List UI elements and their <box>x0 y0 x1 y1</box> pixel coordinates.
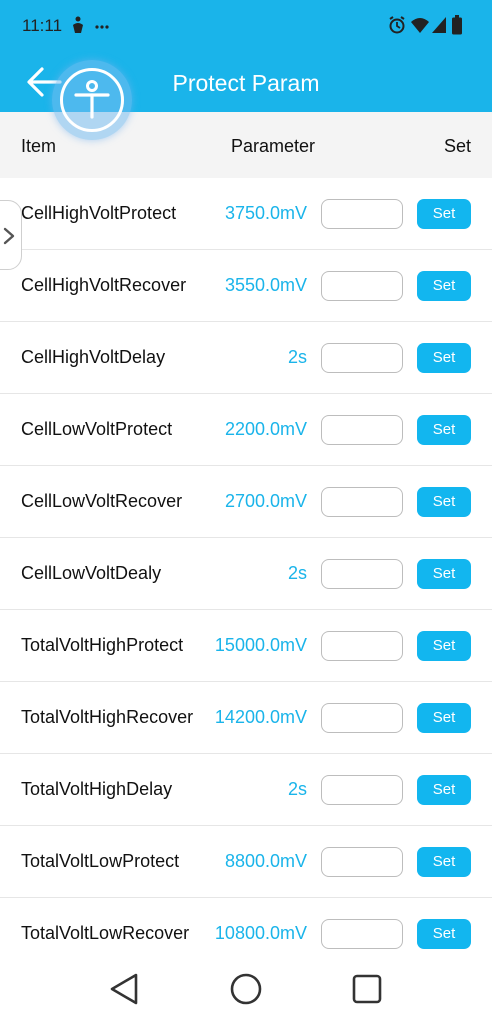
battery-icon <box>452 15 462 40</box>
set-button[interactable]: Set <box>417 703 471 733</box>
list-item: CellHighVoltProtect 3750.0mV Set <box>0 178 492 250</box>
param-input[interactable] <box>321 271 403 301</box>
param-name: TotalVoltHighDelay <box>21 779 173 799</box>
param-name: CellLowVoltProtect <box>21 419 173 439</box>
param-input[interactable] <box>321 559 403 589</box>
param-name: CellHighVoltRecover <box>21 275 187 295</box>
alarm-icon <box>388 15 406 40</box>
param-name: CellLowVoltDealy <box>21 563 162 583</box>
status-bar: 11:11 <box>0 0 492 52</box>
set-button[interactable]: Set <box>417 847 471 877</box>
set-button[interactable]: Set <box>417 343 471 373</box>
nav-home-icon[interactable] <box>229 972 263 1011</box>
param-value: 2s <box>287 347 307 367</box>
param-name: TotalVoltHighProtect <box>21 635 184 655</box>
header-parameter: Parameter <box>231 136 316 156</box>
set-button[interactable]: Set <box>417 559 471 589</box>
status-time: 11:11 <box>22 16 63 35</box>
param-value: 14200.0mV <box>214 707 307 727</box>
param-input[interactable] <box>321 415 403 445</box>
set-button[interactable]: Set <box>417 775 471 805</box>
param-value: 10800.0mV <box>214 923 307 943</box>
list-item: CellLowVoltDealy 2s Set <box>0 538 492 610</box>
chevron-right-icon <box>3 227 15 245</box>
parameter-list: CellHighVoltProtect 3750.0mV Set CellHig… <box>0 178 492 970</box>
list-item: CellHighVoltRecover 3550.0mV Set <box>0 250 492 322</box>
set-button[interactable]: Set <box>417 631 471 661</box>
cell-signal-icon <box>431 16 447 39</box>
param-input[interactable] <box>321 847 403 877</box>
more-dots-icon <box>95 18 109 36</box>
param-input[interactable] <box>321 199 403 229</box>
set-button[interactable]: Set <box>417 487 471 517</box>
header-item: Item <box>21 136 57 156</box>
list-item: CellLowVoltProtect 2200.0mV Set <box>0 394 492 466</box>
param-name: CellHighVoltProtect <box>21 203 177 223</box>
header-set: Set <box>444 136 472 156</box>
param-input[interactable] <box>321 487 403 517</box>
param-value: 3750.0mV <box>224 203 307 223</box>
param-name: CellHighVoltDelay <box>21 347 166 367</box>
list-item: TotalVoltLowProtect 8800.0mV Set <box>0 826 492 898</box>
param-name: TotalVoltLowRecover <box>21 923 190 943</box>
set-button[interactable]: Set <box>417 271 471 301</box>
param-value: 8800.0mV <box>224 851 307 871</box>
list-item: CellLowVoltRecover 2700.0mV Set <box>0 466 492 538</box>
nav-recents-icon[interactable] <box>350 972 384 1011</box>
list-item: TotalVoltHighDelay 2s Set <box>0 754 492 826</box>
accessibility-float-icon <box>60 68 124 132</box>
param-input[interactable] <box>321 631 403 661</box>
accessibility-float-button[interactable] <box>52 60 132 140</box>
set-button[interactable]: Set <box>417 199 471 229</box>
signal-app-icon <box>70 15 86 40</box>
param-name: TotalVoltHighRecover <box>21 707 194 727</box>
wifi-icon <box>410 16 430 39</box>
param-value: 2700.0mV <box>224 491 307 511</box>
set-button[interactable]: Set <box>417 415 471 445</box>
param-value: 3550.0mV <box>224 275 307 295</box>
side-panel-handle[interactable] <box>0 200 22 270</box>
param-input[interactable] <box>321 775 403 805</box>
list-item: CellHighVoltDelay 2s Set <box>0 322 492 394</box>
param-input[interactable] <box>321 703 403 733</box>
param-input[interactable] <box>321 919 403 949</box>
param-name: CellLowVoltRecover <box>21 491 183 511</box>
param-value: 2200.0mV <box>224 419 307 439</box>
list-item: TotalVoltHighProtect 15000.0mV Set <box>0 610 492 682</box>
param-value: 15000.0mV <box>214 635 307 655</box>
param-input[interactable] <box>321 343 403 373</box>
list-item: TotalVoltHighRecover 14200.0mV Set <box>0 682 492 754</box>
system-nav-bar <box>0 960 492 1024</box>
param-value: 2s <box>287 779 307 799</box>
set-button[interactable]: Set <box>417 919 471 949</box>
param-value: 2s <box>287 563 307 583</box>
param-name: TotalVoltLowProtect <box>21 851 180 871</box>
nav-back-icon[interactable] <box>108 972 142 1011</box>
